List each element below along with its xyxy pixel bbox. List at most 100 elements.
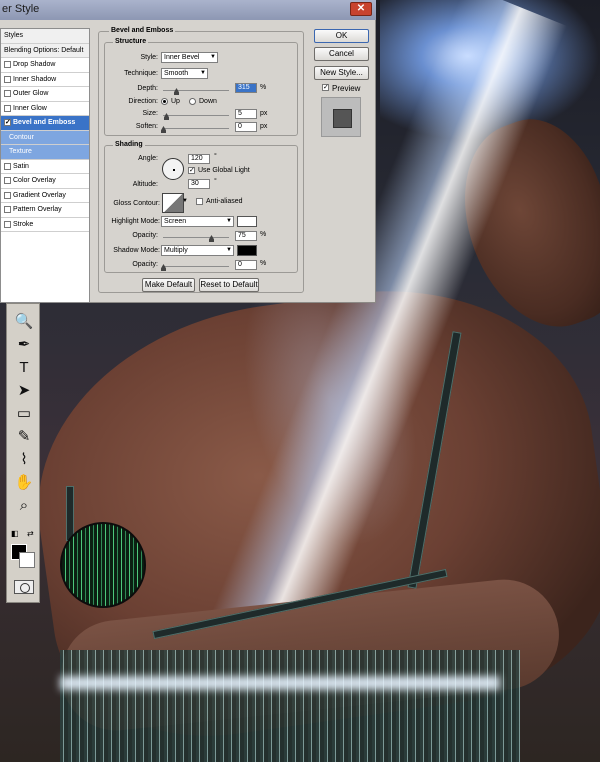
direction-down-radio[interactable] <box>189 98 196 105</box>
style-item[interactable]: Inner Shadow <box>1 73 89 87</box>
matrix-circle-inset <box>60 522 146 608</box>
gloss-contour-picker[interactable] <box>162 193 184 213</box>
highlight-color-swatch[interactable] <box>237 216 257 227</box>
style-checkbox[interactable] <box>4 104 11 112</box>
chevron-down-icon: ▼ <box>210 54 216 60</box>
style-checkbox[interactable]: ✓ <box>4 119 11 127</box>
style-item[interactable]: Texture <box>1 145 89 160</box>
style-item-label: Outer Glow <box>13 90 49 98</box>
cancel-button[interactable]: Cancel <box>314 47 369 61</box>
eyedropper-icon[interactable]: ⌇ <box>14 450 34 470</box>
style-item-label: Contour <box>9 133 34 141</box>
style-item[interactable]: Contour <box>1 130 89 145</box>
style-checkbox[interactable] <box>4 75 11 83</box>
swap-colors-icon[interactable]: ⇄ <box>27 529 34 538</box>
make-default-button[interactable]: Make Default <box>142 278 195 292</box>
hand-icon[interactable]: ✋ <box>14 473 34 493</box>
style-value: Inner Bevel <box>164 54 200 61</box>
shadow-opacity-input[interactable]: 0 <box>235 260 257 270</box>
new-style-button[interactable]: New Style... <box>314 66 369 80</box>
shadow-opacity-slider[interactable] <box>163 266 229 267</box>
chevron-down-icon[interactable]: ▼ <box>182 198 188 204</box>
style-item[interactable]: Color Overlay <box>1 174 89 189</box>
depth-label: Depth: <box>137 85 158 92</box>
layer-style-dialog: er Style ✕ Styles Blending Options: Defa… <box>0 0 376 303</box>
style-item-label: Color Overlay <box>13 177 56 185</box>
style-checkbox[interactable] <box>4 90 11 98</box>
preview-checkbox[interactable]: ✓ <box>322 84 329 91</box>
soften-input[interactable]: 0 <box>235 122 257 132</box>
style-checkbox[interactable] <box>4 220 11 228</box>
tools-panel: 🔍 ✒ T ➤ ▭ ✎ ⌇ ✋ ⌕ ◧ ⇄ <box>6 303 40 603</box>
direction-up-radio[interactable] <box>161 98 168 105</box>
shadow-opacity-unit: % <box>260 260 267 267</box>
size-input[interactable]: 5 <box>235 109 257 119</box>
styles-header[interactable]: Styles <box>1 29 89 44</box>
anti-aliased-checkbox[interactable] <box>196 198 203 205</box>
size-slider[interactable] <box>163 115 229 116</box>
background-color-swatch[interactable] <box>19 552 35 568</box>
path-selection-icon[interactable]: ➤ <box>14 381 34 401</box>
default-colors-icon[interactable]: ◧ <box>11 529 19 538</box>
zoom-icon[interactable]: 🔍 <box>14 312 34 332</box>
style-item-label: Texture <box>9 148 32 156</box>
highlight-mode-select[interactable]: Screen ▼ <box>161 216 234 227</box>
shading-title: Shading <box>113 141 145 148</box>
style-checkbox[interactable] <box>4 191 11 199</box>
style-select[interactable]: Inner Bevel ▼ <box>161 52 218 63</box>
pen-icon[interactable]: ✒ <box>14 335 34 355</box>
style-item[interactable]: Outer Glow <box>1 87 89 102</box>
direction-up-label: Up <box>171 98 180 105</box>
zoom-tool-icon[interactable]: ⌕ <box>14 496 34 516</box>
highlight-mode-label: Highlight Mode: <box>111 218 160 225</box>
shadow-opacity-label: Opacity: <box>132 261 158 268</box>
shadow-mode-label: Shadow Mode: <box>113 247 160 254</box>
style-checkbox[interactable] <box>4 206 11 214</box>
highlight-opacity-label: Opacity: <box>132 232 158 239</box>
style-label: Style: <box>140 54 158 61</box>
rectangle-shape-icon[interactable]: ▭ <box>14 404 34 424</box>
size-label: Size: <box>142 110 158 117</box>
altitude-input[interactable]: 30 <box>188 179 210 189</box>
highlight-opacity-input[interactable]: 75 <box>235 231 257 241</box>
style-checkbox[interactable] <box>4 177 11 185</box>
style-item-label: Inner Glow <box>13 104 47 112</box>
direction-down-label: Down <box>199 98 217 105</box>
global-light-checkbox[interactable]: ✓ <box>188 167 195 174</box>
dialog-titlebar[interactable]: er Style ✕ <box>0 0 376 20</box>
reset-to-default-button[interactable]: Reset to Default <box>199 278 259 292</box>
ok-button[interactable]: OK <box>314 29 369 43</box>
style-item[interactable]: Stroke <box>1 218 89 232</box>
style-item[interactable]: Gradient Overlay <box>1 189 89 203</box>
shadow-mode-select[interactable]: Multiply ▼ <box>161 245 234 256</box>
style-item[interactable]: Satin <box>1 160 89 174</box>
soften-label: Soften: <box>135 123 158 130</box>
chevron-down-icon: ▼ <box>200 70 206 76</box>
close-button[interactable]: ✕ <box>350 2 372 16</box>
style-item-label: Pattern Overlay <box>13 206 62 214</box>
angle-input[interactable]: 120 <box>188 154 210 164</box>
style-checkbox[interactable] <box>4 61 11 69</box>
style-item[interactable]: Drop Shadow <box>1 58 89 73</box>
style-checkbox[interactable] <box>4 162 11 170</box>
quick-mask-icon[interactable] <box>14 580 34 594</box>
blending-options[interactable]: Blending Options: Default <box>1 43 89 58</box>
style-item[interactable]: Pattern Overlay <box>1 203 89 218</box>
style-item-label: Satin <box>13 162 29 170</box>
depth-input[interactable]: 315 <box>235 83 257 93</box>
technique-value: Smooth <box>164 70 189 77</box>
chevron-down-icon: ▼ <box>226 218 232 224</box>
angle-dial[interactable] <box>162 158 184 180</box>
style-item[interactable]: ✓ Bevel and Emboss <box>1 116 89 131</box>
angle-unit: ° <box>214 153 217 160</box>
type-icon[interactable]: T <box>14 358 34 378</box>
shadow-color-swatch[interactable] <box>237 245 257 256</box>
style-item[interactable]: Inner Glow <box>1 102 89 116</box>
highlight-opacity-slider[interactable] <box>163 237 229 238</box>
styles-list: Styles Blending Options: Default Drop Sh… <box>0 28 90 303</box>
depth-slider[interactable] <box>163 90 229 91</box>
notes-icon[interactable]: ✎ <box>14 427 34 447</box>
soften-slider[interactable] <box>163 128 229 129</box>
technique-select[interactable]: Smooth ▼ <box>161 68 208 79</box>
highlight-opacity-unit: % <box>260 231 267 238</box>
